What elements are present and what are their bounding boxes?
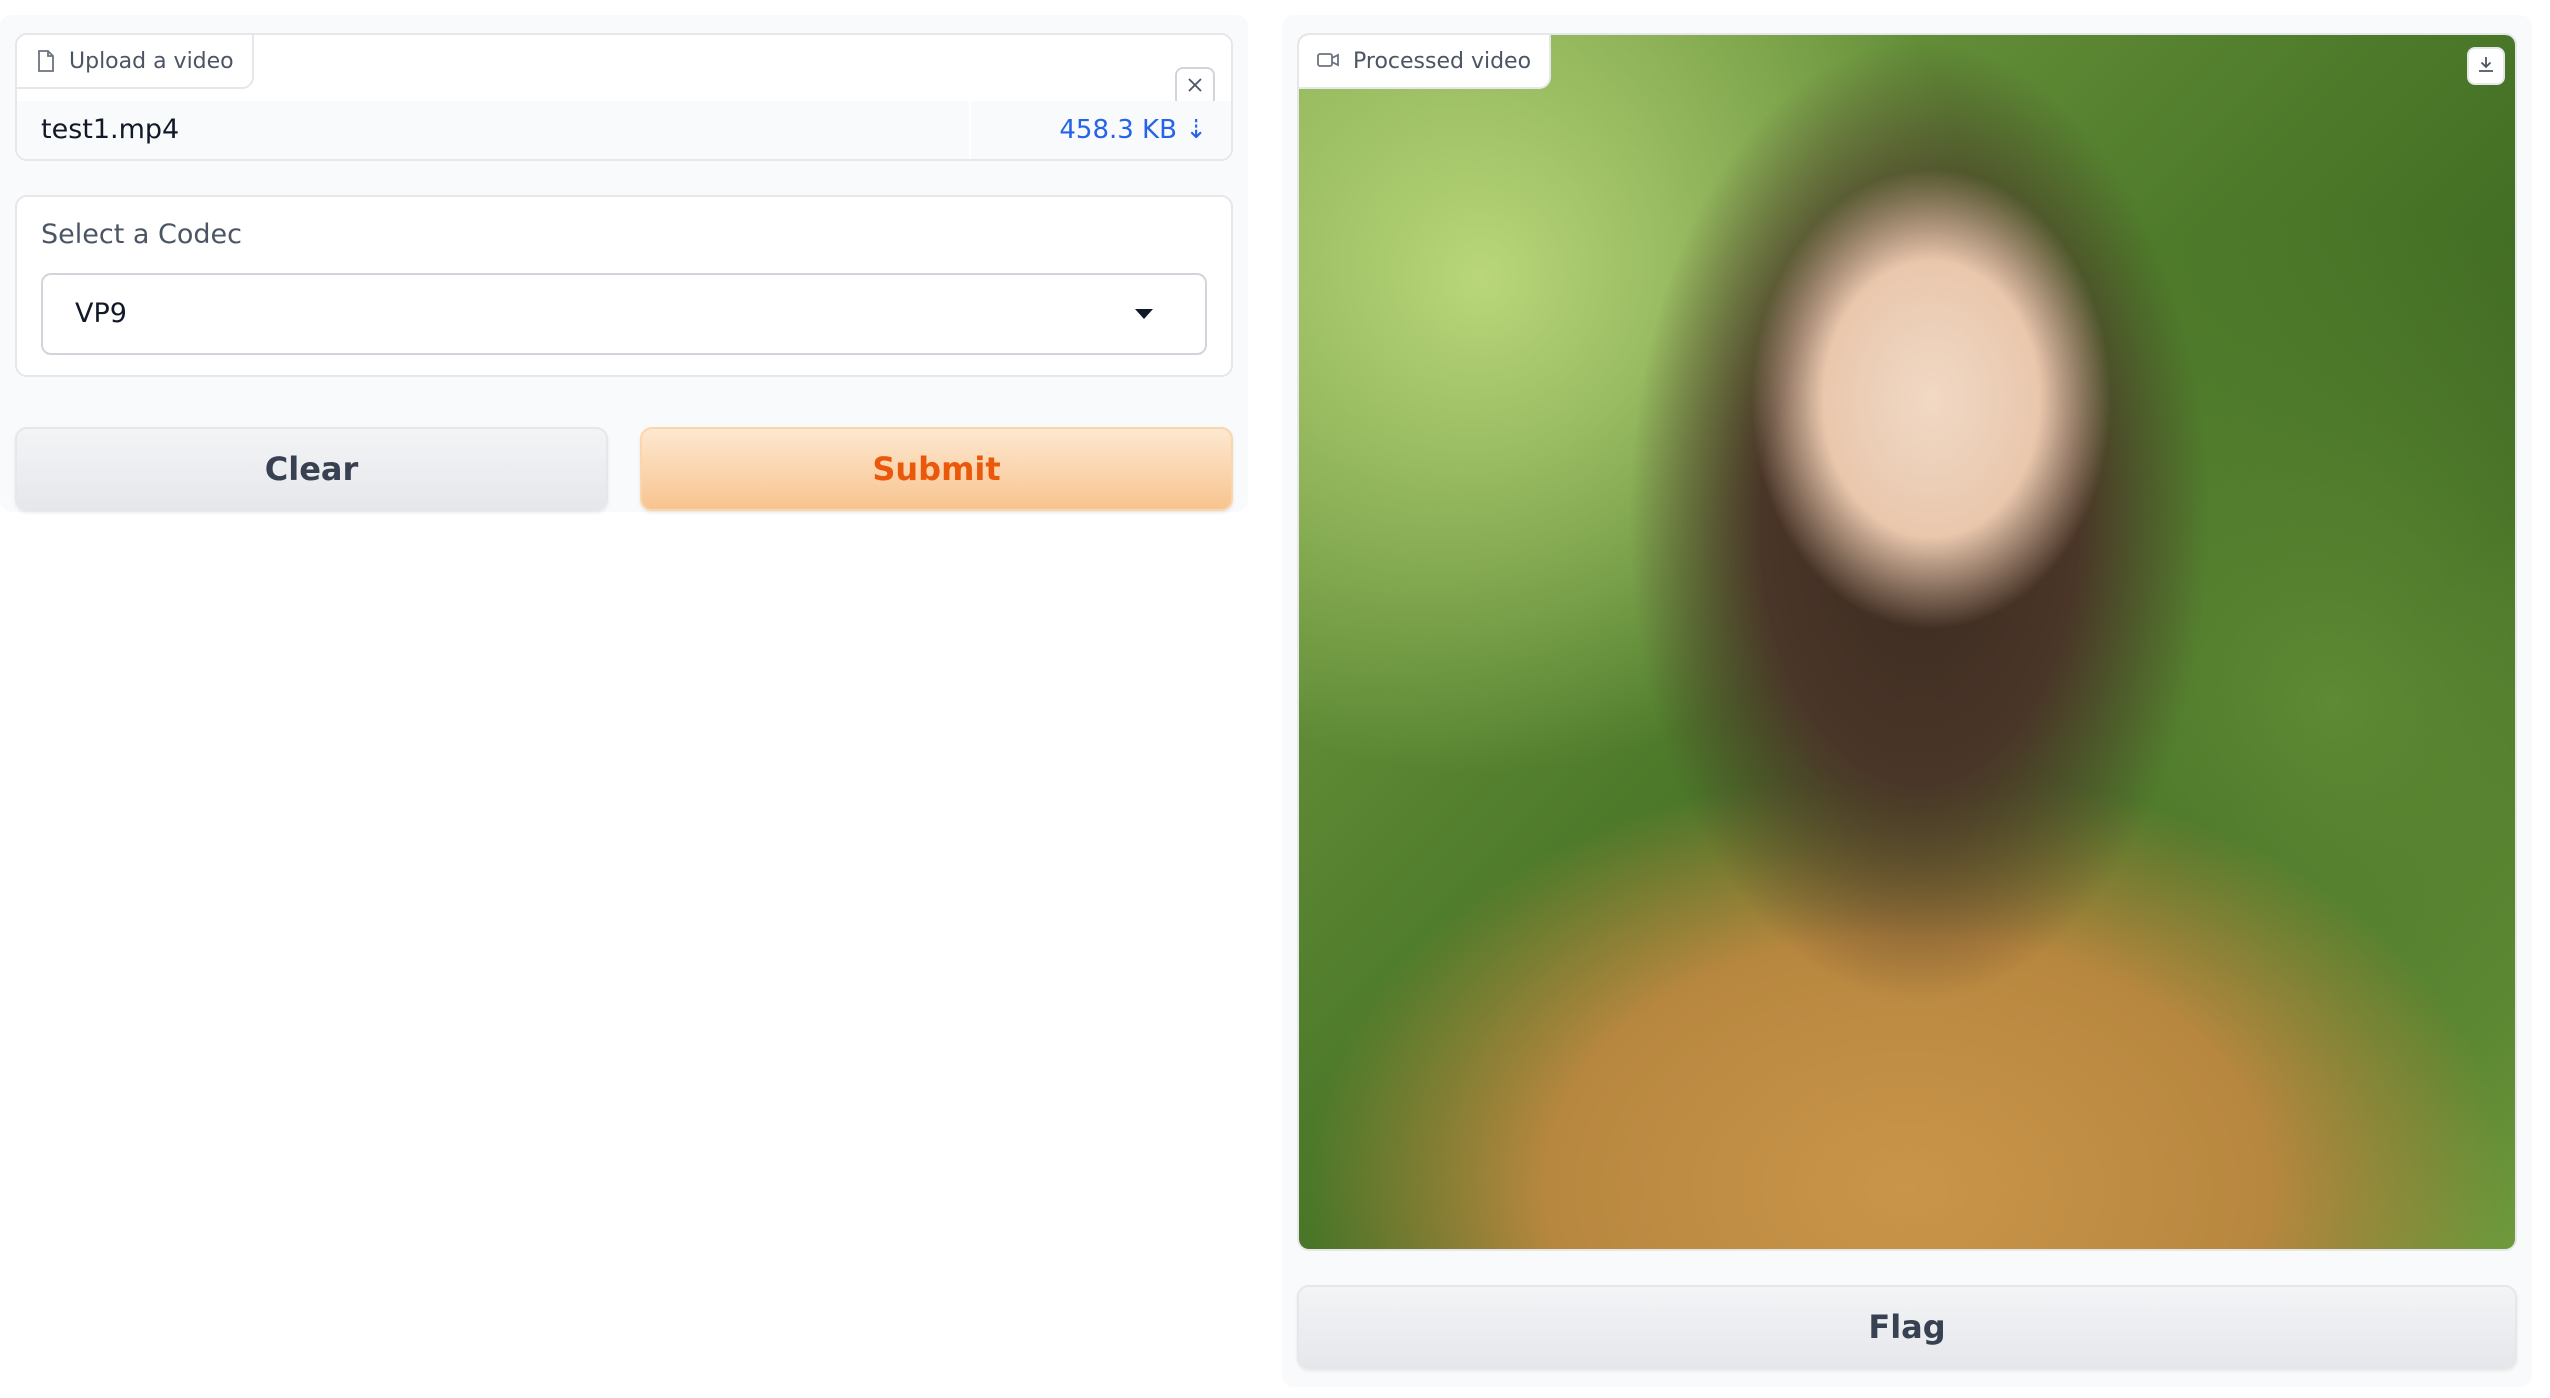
codec-selected-value: VP9: [75, 298, 127, 329]
file-size-download-link[interactable]: 458.3 KB ⇣: [1059, 101, 1207, 159]
download-button[interactable]: [2467, 47, 2505, 85]
codec-label: Select a Codec: [41, 219, 242, 250]
video-player[interactable]: [1299, 35, 2515, 1249]
flag-button[interactable]: Flag: [1297, 1285, 2517, 1369]
output-panel: Processed video Flag: [1282, 15, 2532, 1387]
download-icon: [2477, 55, 2495, 77]
video-label-text: Processed video: [1353, 48, 1532, 74]
input-panel: Upload a video test1.mp4 458.3 KB ⇣ Sele…: [0, 15, 1248, 512]
file-icon: [37, 50, 55, 72]
video-label: Processed video: [1299, 35, 1552, 89]
upload-label-text: Upload a video: [69, 48, 234, 74]
codec-select[interactable]: VP9: [41, 273, 1207, 355]
file-name: test1.mp4: [41, 114, 180, 145]
app: Upload a video test1.mp4 458.3 KB ⇣ Sele…: [0, 0, 2550, 1398]
codec-dropdown-block: Select a Codec VP9: [15, 195, 1233, 377]
close-icon: [1187, 77, 1203, 97]
video-icon: [1317, 49, 1339, 74]
divider: [969, 101, 971, 159]
submit-button[interactable]: Submit: [640, 427, 1233, 511]
video-upload[interactable]: Upload a video test1.mp4 458.3 KB ⇣: [15, 33, 1233, 161]
processed-video-block: Processed video: [1297, 33, 2517, 1251]
clear-button[interactable]: Clear: [15, 427, 608, 511]
file-row: test1.mp4 458.3 KB ⇣: [17, 101, 1231, 159]
chevron-down-icon: [1135, 309, 1153, 319]
upload-label: Upload a video: [15, 33, 254, 89]
